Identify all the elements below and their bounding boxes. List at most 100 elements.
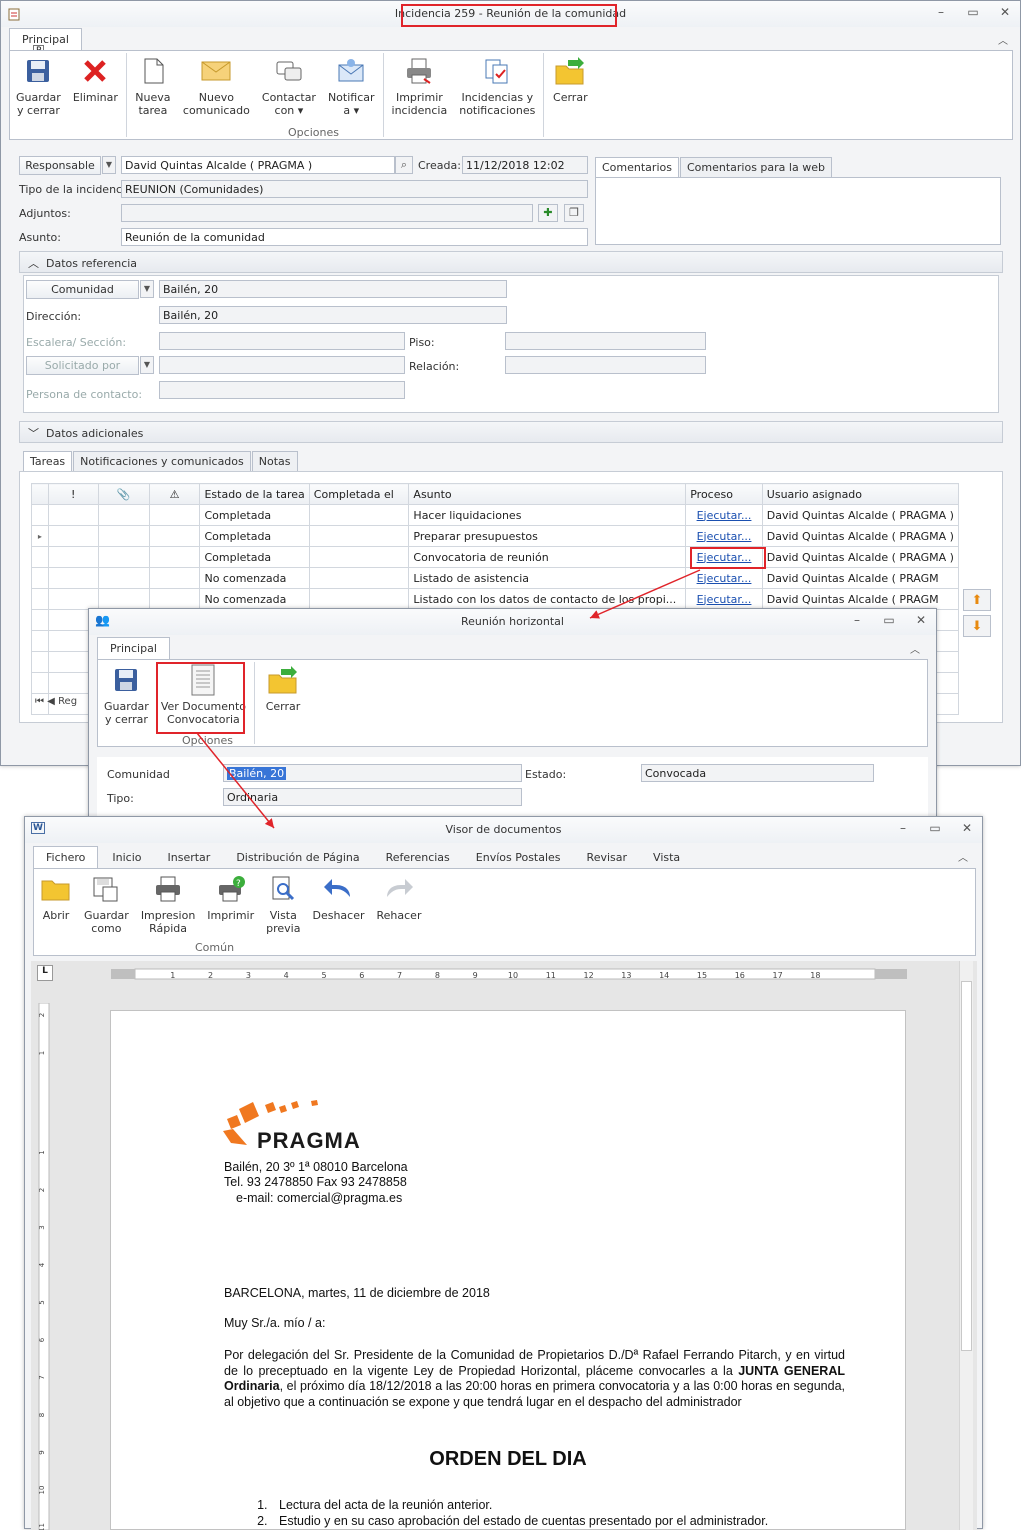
ejecutar-link[interactable]: Ejecutar... (697, 509, 752, 522)
horizontal-ruler[interactable]: 321123456789101112131415161718 (111, 967, 907, 981)
datos-adicionales-header[interactable]: ﹀ Datos adicionales (19, 421, 1003, 443)
solicitado-field[interactable] (159, 356, 405, 374)
adjuntos-field[interactable] (121, 204, 533, 222)
solicitado-por-button[interactable]: Solicitado por (26, 356, 139, 375)
estado-field[interactable]: Convocada (641, 764, 874, 782)
vertical-scrollbar[interactable] (959, 961, 973, 1530)
comunidad-field[interactable]: Bailén, 20 (223, 764, 522, 782)
meeting-titlebar[interactable]: 👥 Reunión horizontal – ▭ ✕ (89, 609, 936, 635)
table-row[interactable]: ▸ Completada Preparar presupuestos Ejecutar… (31, 525, 960, 547)
tab-vista[interactable]: Vista (641, 847, 692, 868)
tab-comentarios-web[interactable]: Comentarios para la web (679, 157, 832, 178)
tab-principal[interactable]: Principal (9, 28, 82, 50)
ejecutar-link[interactable]: Ejecutar... (697, 572, 752, 585)
column-header[interactable]: Usuario asignado (761, 483, 960, 505)
table-cell (47, 504, 99, 526)
viewer-titlebar[interactable]: W Visor de documentos – ▭ ✕ (25, 817, 982, 843)
main-close-folder-button[interactable]: Cerrar (546, 51, 594, 139)
tab-insertar[interactable]: Insertar (156, 847, 223, 868)
comunidad-dropdown[interactable]: ▼ (140, 280, 154, 298)
column-header[interactable]: Proceso (685, 483, 763, 505)
maximize-icon[interactable]: ▭ (882, 613, 896, 627)
table-row[interactable]: No comenzada Listado con los datos de con… (31, 588, 960, 610)
responsable-button[interactable]: Responsable (19, 156, 101, 175)
viewer-redo-button[interactable]: Rehacer (371, 869, 428, 955)
column-header[interactable] (31, 483, 49, 505)
document-page[interactable]: PRAGMA Bailén, 20 3º 1ª 08010 Barcelona … (110, 1010, 906, 1530)
responsable-field[interactable]: David Quintas Alcalde ( PRAGMA ) (121, 156, 395, 174)
move-up-icon[interactable]: ⬆ (963, 589, 991, 611)
ruler-tick-label: 3 (38, 1225, 46, 1229)
collapse-ribbon-icon[interactable]: ︿ (998, 32, 1008, 47)
comunidad-button[interactable]: Comunidad (26, 280, 139, 299)
tab-inicio[interactable]: Inicio (100, 847, 153, 868)
solicitado-dropdown[interactable]: ▼ (140, 356, 154, 374)
tipo-field[interactable]: Ordinaria (223, 788, 522, 806)
copy-icon[interactable]: ❐ (564, 204, 584, 222)
responsable-dropdown[interactable]: ▼ (102, 156, 116, 174)
tab-referencias[interactable]: Referencias (374, 847, 462, 868)
viewer-open-folder-button[interactable]: Abrir (34, 869, 78, 955)
column-header[interactable]: Completada el (308, 483, 410, 505)
tab-principal[interactable]: Principal (97, 637, 170, 659)
close-icon[interactable]: ✕ (998, 5, 1012, 19)
tab-notificaciones[interactable]: Notificaciones y comunicados (73, 451, 251, 472)
tab-tareas[interactable]: Tareas (23, 451, 73, 472)
main-printer-button[interactable]: Imprimir incidencia (386, 51, 454, 139)
viewer-save-as-button[interactable]: Guardar como (78, 869, 135, 955)
piso-field[interactable] (505, 332, 706, 350)
relacion-field[interactable] (505, 356, 706, 374)
ribbon-button-label: Nuevo comunicado (182, 91, 250, 117)
grid-navigator[interactable]: ⏮ ◀ Reg (35, 696, 77, 707)
column-header[interactable]: ⚠ (148, 483, 201, 505)
main-save-button[interactable]: Guardar y cerrar (10, 51, 67, 139)
minimize-icon[interactable]: – (896, 821, 910, 835)
meeting-close-folder-button[interactable]: Cerrar (257, 660, 309, 746)
comunidad-field[interactable]: Bailén, 20 (159, 280, 507, 298)
collapse-ribbon-icon[interactable]: ︿ (910, 641, 920, 656)
tab-revisar[interactable]: Revisar (575, 847, 639, 868)
maximize-icon[interactable]: ▭ (966, 5, 980, 19)
minimize-icon[interactable]: – (850, 613, 864, 627)
tab-distribución-de-página[interactable]: Distribución de Página (224, 847, 371, 868)
tab-comentarios[interactable]: Comentarios (595, 157, 679, 178)
column-header[interactable]: 📎 (97, 483, 150, 505)
main-checklist-button[interactable]: Incidencias y notificaciones (453, 51, 541, 139)
direccion-field[interactable]: Bailén, 20 (159, 306, 507, 324)
viewer-preview-button[interactable]: Vista previa (260, 869, 306, 955)
tab-notas[interactable]: Notas (251, 451, 298, 472)
ruler-corner[interactable]: L (37, 965, 53, 981)
meeting-save-button[interactable]: Guardar y cerrar (98, 660, 155, 746)
viewer-quick-print-button[interactable]: Impresion Rápida (135, 869, 201, 955)
column-header[interactable]: Asunto (408, 483, 687, 505)
main-new-task-button[interactable]: Nueva tarea (129, 51, 177, 139)
viewer-undo-button[interactable]: Deshacer (306, 869, 370, 955)
tab-fichero[interactable]: Fichero (33, 846, 99, 868)
contacto-field[interactable] (159, 381, 405, 399)
tab-envíos-postales[interactable]: Envíos Postales (464, 847, 573, 868)
asunto-field[interactable]: Reunión de la comunidad (121, 228, 588, 246)
comments-textarea[interactable] (595, 177, 1001, 245)
search-icon[interactable]: ⌕ (395, 156, 413, 174)
move-down-icon[interactable]: ⬇ (963, 615, 991, 637)
envelope-icon (200, 55, 232, 87)
datos-referencia-header[interactable]: ︿ Datos referencia (19, 251, 1003, 273)
table-cell (97, 546, 150, 568)
add-attachment-icon[interactable]: ✚ (538, 204, 558, 222)
ejecutar-link[interactable]: Ejecutar... (697, 530, 752, 543)
close-icon[interactable]: ✕ (960, 821, 974, 835)
column-header[interactable]: Estado de la tarea (199, 483, 310, 505)
close-icon[interactable]: ✕ (914, 613, 928, 627)
collapse-ribbon-icon[interactable]: ︿ (958, 849, 968, 864)
ejecutar-link[interactable]: Ejecutar... (697, 593, 752, 606)
main-envelope-button[interactable]: Nuevo comunicado (177, 51, 256, 139)
maximize-icon[interactable]: ▭ (928, 821, 942, 835)
column-header[interactable]: ! (47, 483, 99, 505)
vertical-ruler[interactable]: 211234567891011 (37, 1003, 53, 1530)
table-row[interactable]: Completada Convocatoria de reunión Ejecuta… (31, 546, 960, 568)
table-row[interactable]: Completada Hacer liquidaciones Ejecutar...… (31, 504, 960, 526)
table-row[interactable]: No comenzada Listado de asistencia Ejecuta… (31, 567, 960, 589)
minimize-icon[interactable]: – (934, 5, 948, 19)
escalera-field[interactable] (159, 332, 405, 350)
main-delete-button[interactable]: Eliminar (67, 51, 124, 139)
